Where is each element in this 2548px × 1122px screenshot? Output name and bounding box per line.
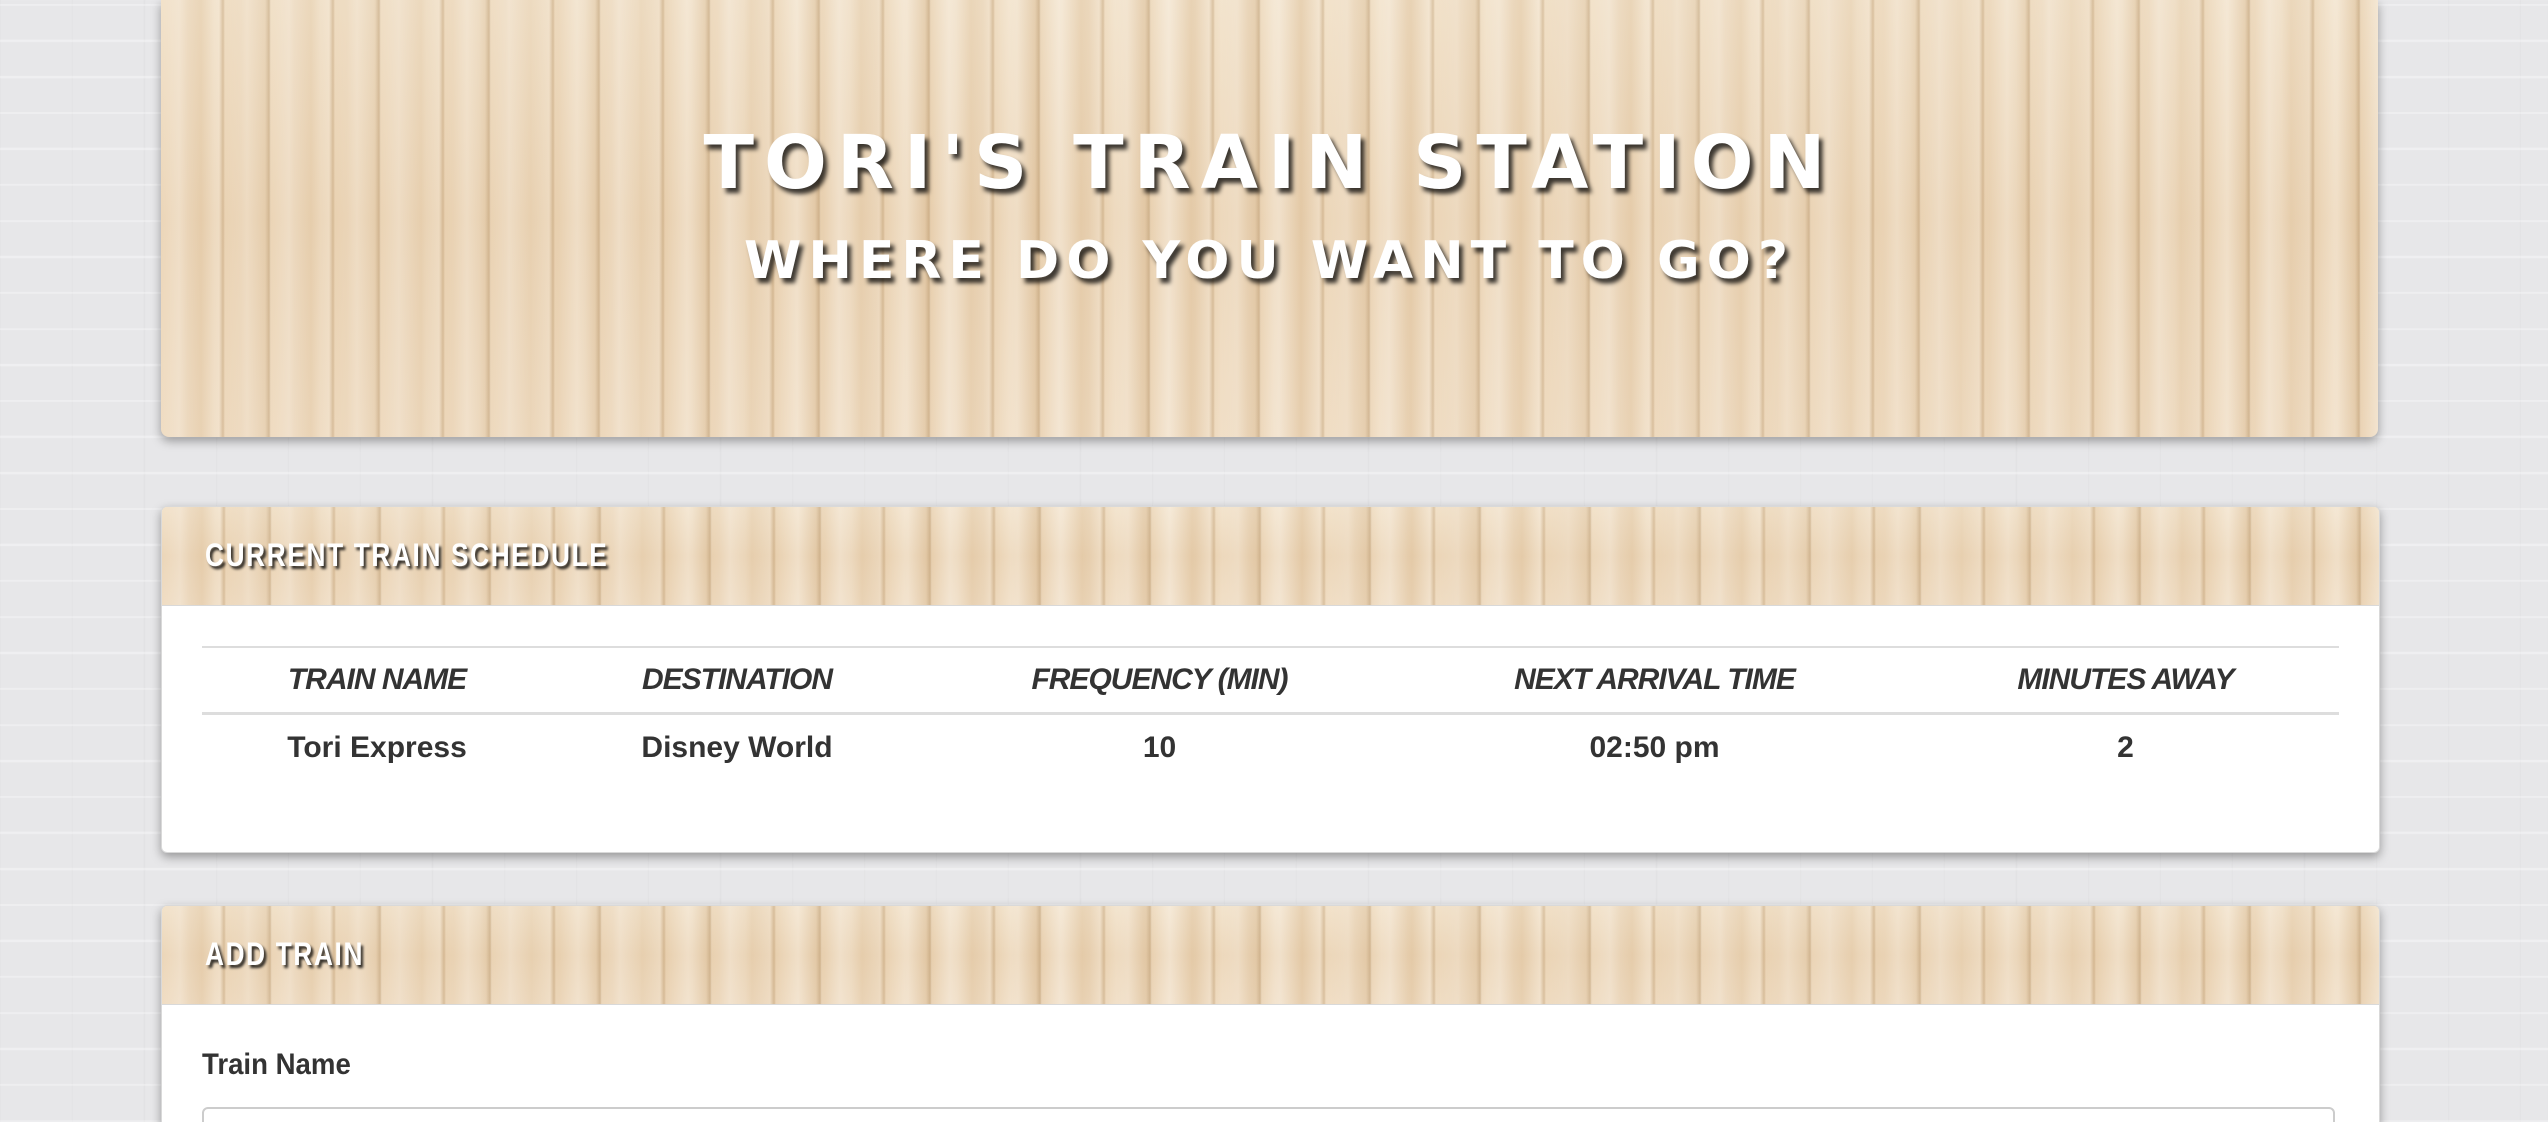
schedule-table-header: TRAIN NAME DESTINATION FREQUENCY (MIN) N… [202,646,2339,715]
train-name-label: Train Name [202,1048,351,1081]
add-train-panel-heading: ADD TRAIN [162,906,2379,1005]
schedule-panel-title: CURRENT TRAIN SCHEDULE [205,537,609,573]
add-train-panel: ADD TRAIN Train Name [161,905,2380,1122]
schedule-panel: CURRENT TRAIN SCHEDULE TRAIN NAME DESTIN… [161,506,2380,853]
train-name-input[interactable] [202,1107,2335,1122]
schedule-panel-heading: CURRENT TRAIN SCHEDULE [162,507,2379,606]
cell-minutes-away: 2 [2117,731,2134,764]
table-header-row: TRAIN NAME DESTINATION FREQUENCY (MIN) N… [202,646,2339,715]
schedule-table: TRAIN NAME DESTINATION FREQUENCY (MIN) N… [202,646,2339,781]
cell-next-arrival: 02:50 pm [1589,731,1720,764]
column-header-frequency: FREQUENCY (MIN) [922,646,1397,715]
column-header-next-arrival: NEXT ARRIVAL TIME [1397,646,1912,715]
header-banner: TORI'S TRAIN STATION WHERE DO YOU WANT T… [161,0,2378,437]
cell-destination: Disney World [641,731,833,764]
cell-train-name: Tori Express [287,731,467,764]
column-header-train-name: TRAIN NAME [202,646,552,715]
add-train-panel-title: ADD TRAIN [205,936,365,972]
column-header-destination: DESTINATION [552,646,922,715]
site-subtitle: WHERE DO YOU WANT TO GO? [743,231,1796,291]
cell-frequency: 10 [1142,731,1177,764]
table-row: Tori Express Disney World 10 02:50 pm 2 [202,714,2339,782]
column-header-minutes-away: MINUTES AWAY [1912,646,2339,715]
site-title: TORI'S TRAIN STATION [703,120,1836,206]
schedule-table-body: Tori Express Disney World 10 02:50 pm 2 [202,714,2339,782]
